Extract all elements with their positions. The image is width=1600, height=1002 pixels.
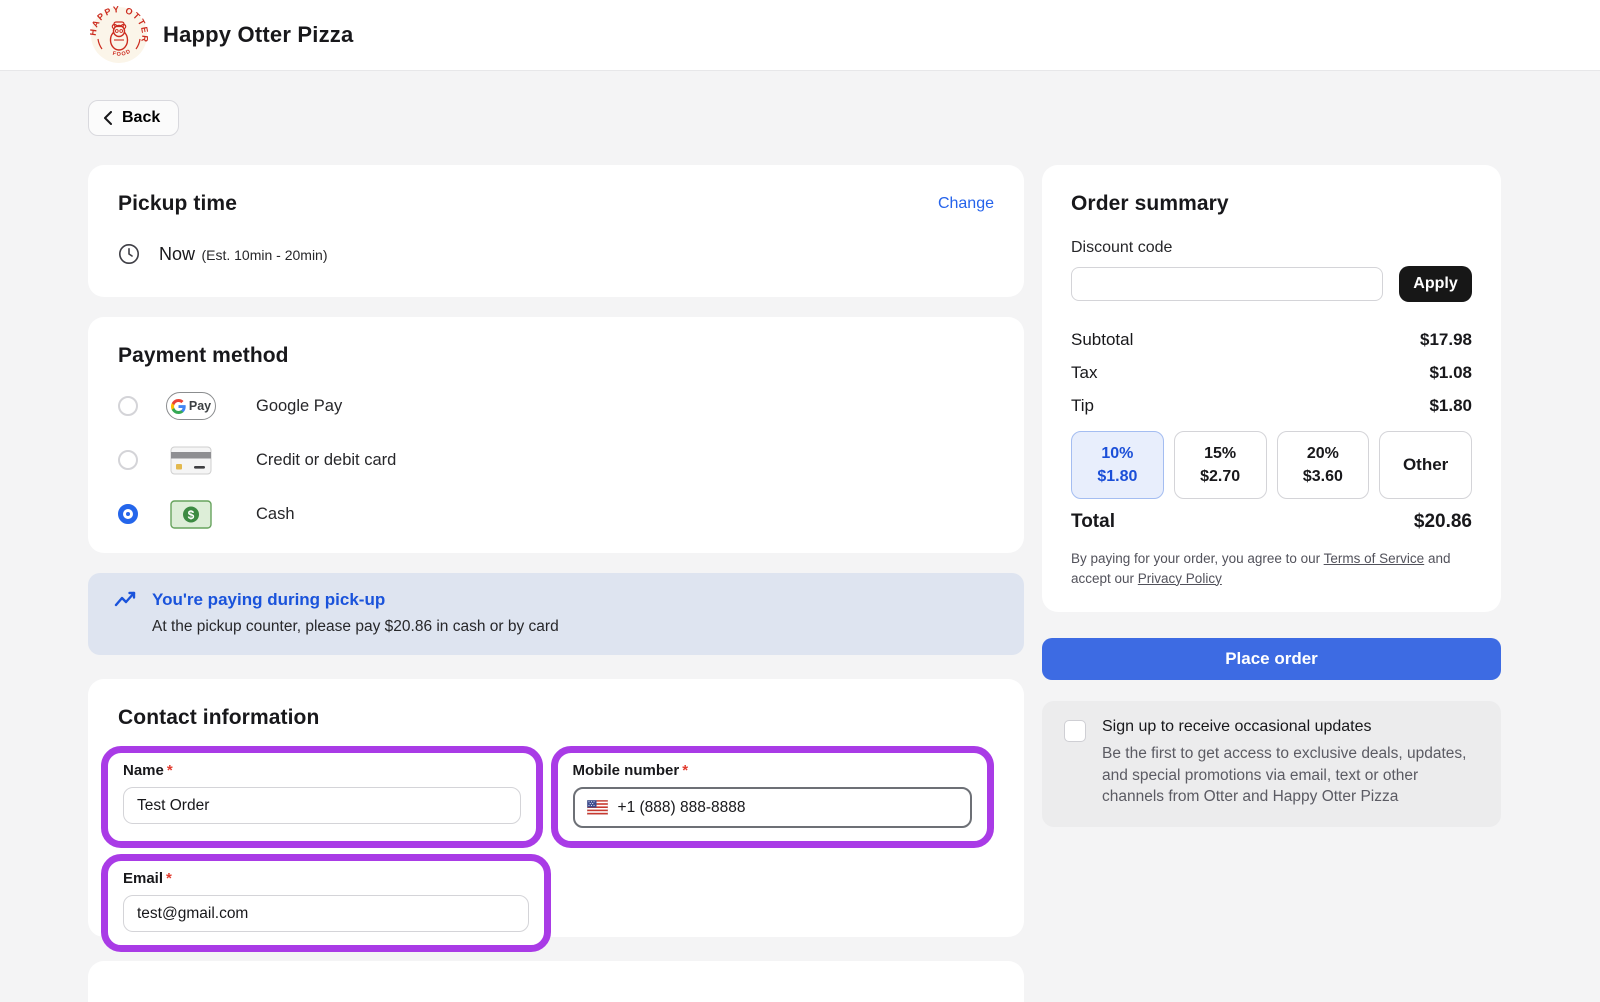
clock-icon <box>118 243 140 265</box>
total-row: Total $20.86 <box>1071 511 1472 533</box>
tip-row: Tip $1.80 <box>1071 389 1472 422</box>
banner-message: At the pickup counter, please pay $20.86… <box>152 618 998 636</box>
signup-checkbox[interactable] <box>1064 720 1086 742</box>
tip-20-percent-button[interactable]: 20% $3.60 <box>1277 431 1370 499</box>
place-order-button[interactable]: Place order <box>1042 638 1501 680</box>
google-pay-label: Google Pay <box>256 397 342 416</box>
terms-text: By paying for your order, you agree to o… <box>1071 549 1472 588</box>
cash-radio[interactable] <box>118 504 138 524</box>
signup-description: Be the first to get access to exclusive … <box>1102 743 1479 807</box>
mobile-field-highlight: Mobile number* <box>551 746 994 848</box>
brand-title: Happy Otter Pizza <box>163 22 353 48</box>
tip-10-pct: 10% <box>1101 442 1133 465</box>
pickup-time-estimate: (Est. 10min - 20min) <box>201 247 327 263</box>
checkout-page: HAPPY OTTER FOODS Happy Otter Pizza <box>0 0 1600 1002</box>
order-summary-title: Order summary <box>1071 192 1472 216</box>
back-label: Back <box>122 109 160 127</box>
tip-20-amt: $3.60 <box>1303 465 1343 488</box>
name-input[interactable] <box>123 787 521 824</box>
gpay-pill-text: Pay <box>189 399 211 413</box>
name-field-highlight: Name* <box>101 746 543 848</box>
tip-10-percent-button[interactable]: 10% $1.80 <box>1071 431 1164 499</box>
app-header: HAPPY OTTER FOODS Happy Otter Pizza <box>0 0 1600 71</box>
discount-code-input[interactable] <box>1071 267 1383 301</box>
privacy-policy-link[interactable]: Privacy Policy <box>1138 571 1222 586</box>
contact-information-title: Contact information <box>118 706 994 730</box>
cash-label: Cash <box>256 505 295 524</box>
signup-title: Sign up to receive occasional updates <box>1102 718 1479 736</box>
tip-15-percent-button[interactable]: 15% $2.70 <box>1174 431 1267 499</box>
email-required-asterisk: * <box>166 870 172 887</box>
google-pay-radio[interactable] <box>118 396 138 416</box>
terms-of-service-link[interactable]: Terms of Service <box>1324 551 1425 566</box>
email-field-highlight: Email* <box>101 854 551 952</box>
tax-value: $1.08 <box>1429 363 1472 383</box>
tax-label: Tax <box>1071 363 1097 383</box>
email-label: Email <box>123 870 163 887</box>
tip-other-button[interactable]: Other <box>1379 431 1472 499</box>
google-pay-icon: Pay <box>166 392 216 420</box>
pay-at-pickup-banner: You're paying during pick-up At the pick… <box>88 573 1024 655</box>
name-label: Name <box>123 762 164 779</box>
terms-pre-text: By paying for your order, you agree to o… <box>1071 551 1324 566</box>
tip-value: $1.80 <box>1429 396 1472 416</box>
payment-option-card[interactable]: Credit or debit card <box>118 444 994 476</box>
us-flag-icon <box>587 800 608 815</box>
credit-card-label: Credit or debit card <box>256 451 396 470</box>
credit-card-icon <box>166 446 216 475</box>
subtotal-value: $17.98 <box>1420 330 1472 350</box>
subtotal-label: Subtotal <box>1071 330 1133 350</box>
email-input[interactable] <box>123 895 529 932</box>
pickup-time-card: Pickup time Change Now (Est. 10min - 20m… <box>88 165 1024 297</box>
tax-row: Tax $1.08 <box>1071 356 1472 389</box>
pickup-time-title: Pickup time <box>118 192 237 216</box>
payment-method-title: Payment method <box>118 344 994 368</box>
banner-title: You're paying during pick-up <box>152 590 385 610</box>
mobile-input[interactable]: +1 (888) 888-8888 <box>573 787 972 828</box>
order-summary-card: Order summary Discount code Apply Subtot… <box>1042 165 1501 612</box>
mobile-required-asterisk: * <box>682 762 688 779</box>
tip-label: Tip <box>1071 396 1094 416</box>
total-value: $20.86 <box>1414 511 1472 533</box>
apply-discount-button[interactable]: Apply <box>1399 266 1472 302</box>
trending-zigzag-icon <box>114 590 140 610</box>
contact-information-card: Contact information Name* M <box>88 679 1024 937</box>
pickup-time-value: Now <box>159 244 195 264</box>
brand-logo-icon: HAPPY OTTER FOODS <box>90 6 148 64</box>
svg-text:$: $ <box>188 507 195 521</box>
payment-option-google-pay[interactable]: Pay Google Pay <box>118 390 994 422</box>
next-section-card-partial <box>88 961 1024 1002</box>
total-label: Total <box>1071 511 1115 533</box>
tip-10-amt: $1.80 <box>1097 465 1137 488</box>
tip-15-amt: $2.70 <box>1200 465 1240 488</box>
cash-icon: $ <box>166 500 216 529</box>
payment-method-card: Payment method Pay <box>88 317 1024 553</box>
tip-15-pct: 15% <box>1204 442 1236 465</box>
credit-card-radio[interactable] <box>118 450 138 470</box>
signup-section: Sign up to receive occasional updates Be… <box>1042 701 1501 827</box>
mobile-number-value: +1 (888) 888-8888 <box>618 799 746 817</box>
back-button[interactable]: Back <box>88 100 179 136</box>
tip-20-pct: 20% <box>1307 442 1339 465</box>
discount-code-label: Discount code <box>1071 239 1472 257</box>
payment-option-cash[interactable]: $ Cash <box>118 498 994 530</box>
name-required-asterisk: * <box>167 762 173 779</box>
subtotal-row: Subtotal $17.98 <box>1071 323 1472 356</box>
mobile-label: Mobile number <box>573 762 680 779</box>
chevron-left-icon <box>103 111 112 125</box>
change-pickup-link[interactable]: Change <box>938 195 994 213</box>
